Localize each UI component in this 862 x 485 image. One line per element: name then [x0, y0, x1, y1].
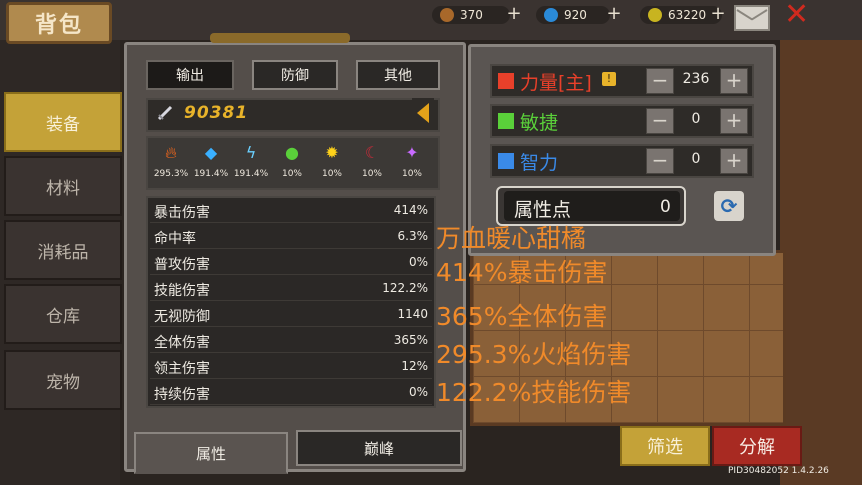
stat-value: 1140 — [397, 307, 428, 321]
side-tab-warehouse[interactable]: 仓库 — [4, 284, 122, 344]
attribute-name: 智力 — [520, 152, 559, 174]
side-tab-equipment[interactable]: 装备 — [4, 92, 122, 152]
stat-value: 0% — [408, 385, 428, 399]
player-id: PID30482052 1.4.2.26 — [728, 466, 829, 476]
overlay-line: 122.2%技能伤害 — [436, 378, 632, 407]
increase-button[interactable]: + — [720, 68, 748, 94]
tab-other[interactable]: 其他 — [356, 60, 440, 90]
attribute-value: 236 — [682, 71, 710, 87]
light-damage-value: 10% — [321, 169, 342, 179]
attribute-points-value: 0 — [660, 197, 671, 217]
stat-value: 414% — [393, 203, 428, 217]
currency-value: 63220 — [668, 8, 707, 22]
add-gold-button[interactable]: + — [710, 5, 726, 23]
arcane-damage-value: 10% — [401, 169, 422, 179]
stat-value: 6.3% — [397, 229, 429, 243]
add-wood-button[interactable]: + — [506, 5, 522, 23]
currency-wood: 370 — [432, 6, 510, 24]
lightning-damage-value: 191.4% — [233, 169, 269, 179]
ice-crystal-icon: ◆ — [204, 143, 218, 162]
top-bar-background — [0, 0, 862, 40]
stat-value: 0% — [408, 255, 428, 269]
side-tab-pets[interactable]: 宠物 — [4, 350, 122, 410]
collapse-arrow-icon[interactable] — [412, 98, 434, 128]
currency-value: 370 — [460, 8, 483, 22]
tab-defense[interactable]: 防御 — [252, 60, 338, 90]
currency-value: 920 — [564, 8, 587, 22]
attribute-row-agility: 敏捷 − 0 + — [490, 104, 754, 138]
attribute-value: 0 — [691, 151, 701, 167]
decrease-button[interactable]: − — [646, 108, 674, 134]
decrease-button[interactable]: − — [646, 148, 674, 174]
stat-label: 全体伤害 — [154, 335, 210, 351]
refresh-icon[interactable]: ⟳ — [714, 191, 744, 221]
tab-output[interactable]: 输出 — [146, 60, 234, 90]
attribute-name: 敏捷 — [520, 112, 559, 134]
stat-label: 技能伤害 — [154, 283, 210, 299]
decompose-button[interactable]: 分解 — [712, 426, 802, 466]
filter-button[interactable]: 筛选 — [620, 426, 710, 466]
stat-label: 持续伤害 — [154, 387, 210, 403]
mail-icon[interactable] — [734, 5, 770, 31]
close-icon[interactable]: ✕ — [784, 0, 814, 30]
stat-label: 命中率 — [154, 231, 196, 247]
stat-row: 全体伤害 365% — [150, 330, 432, 353]
side-tab-materials[interactable]: 材料 — [4, 156, 122, 216]
add-gem-button[interactable]: + — [606, 5, 622, 23]
increase-button[interactable]: + — [720, 108, 748, 134]
wood-icon — [440, 8, 454, 22]
strength-icon — [498, 73, 514, 89]
gem-icon — [544, 8, 558, 22]
arcane-icon: ✦ — [405, 143, 419, 162]
stat-row: 暴击伤害 414% — [150, 200, 432, 223]
info-badge-icon[interactable]: ! — [602, 72, 616, 86]
stat-label: 普攻伤害 — [154, 257, 210, 273]
overlay-line: 365%全体伤害 — [436, 302, 608, 331]
lightning-icon: ϟ — [245, 143, 257, 162]
overlay-line: 295.3%火焰伤害 — [436, 340, 632, 369]
stat-value: 365% — [393, 333, 428, 347]
attribute-row-intelligence: 智力 − 0 + — [490, 144, 754, 178]
decrease-button[interactable]: − — [646, 68, 674, 94]
stat-row: 技能伤害 122.2% — [150, 278, 432, 301]
stat-label: 无视防御 — [154, 309, 210, 325]
attribute-value: 0 — [691, 111, 701, 127]
gold-coin-icon — [648, 8, 662, 22]
panel-ornament — [210, 33, 350, 43]
poison-skull-icon: ● — [285, 143, 299, 162]
dark-damage-value: 10% — [361, 169, 382, 179]
scene-background — [780, 40, 862, 485]
fire-damage-value: 295.3% — [153, 169, 189, 179]
stat-row: 持续伤害 0% — [150, 382, 432, 405]
intelligence-icon — [498, 153, 514, 169]
attribute-name: 力量[主] — [520, 72, 592, 94]
stat-row: 领主伤害 12% — [150, 356, 432, 379]
increase-button[interactable]: + — [720, 148, 748, 174]
currency-gem: 920 — [536, 6, 610, 24]
stat-row: 无视防御 1140 — [150, 304, 432, 327]
ice-damage-value: 191.4% — [193, 169, 229, 179]
sun-icon: ✹ — [325, 143, 339, 162]
overlay-line: 万血暖心甜橘 — [436, 224, 587, 253]
attribute-row-strength: 力量[主] ! − 236 + — [490, 64, 754, 98]
poison-damage-value: 10% — [281, 169, 302, 179]
attribute-points-label: 属性点 — [514, 199, 572, 221]
fire-icon: 🔥︎ — [165, 143, 177, 162]
side-tab-consumables[interactable]: 消耗品 — [4, 220, 122, 280]
agility-icon — [498, 113, 514, 129]
power-value: 90381 — [184, 103, 249, 123]
overlay-line: 414%暴击伤害 — [436, 258, 608, 287]
stat-row: 命中率 6.3% — [150, 226, 432, 249]
window-title: 背包 — [6, 2, 112, 44]
stat-row: 普攻伤害 0% — [150, 252, 432, 275]
tab-attributes[interactable]: 属性 — [134, 432, 288, 474]
sword-icon — [157, 105, 173, 121]
dark-moon-icon: ☾ — [364, 143, 380, 162]
stat-label: 暴击伤害 — [154, 205, 210, 221]
stat-value: 12% — [401, 359, 428, 373]
stat-value: 122.2% — [382, 281, 428, 295]
stat-label: 领主伤害 — [154, 361, 210, 377]
tab-peak[interactable]: 巅峰 — [296, 430, 462, 466]
